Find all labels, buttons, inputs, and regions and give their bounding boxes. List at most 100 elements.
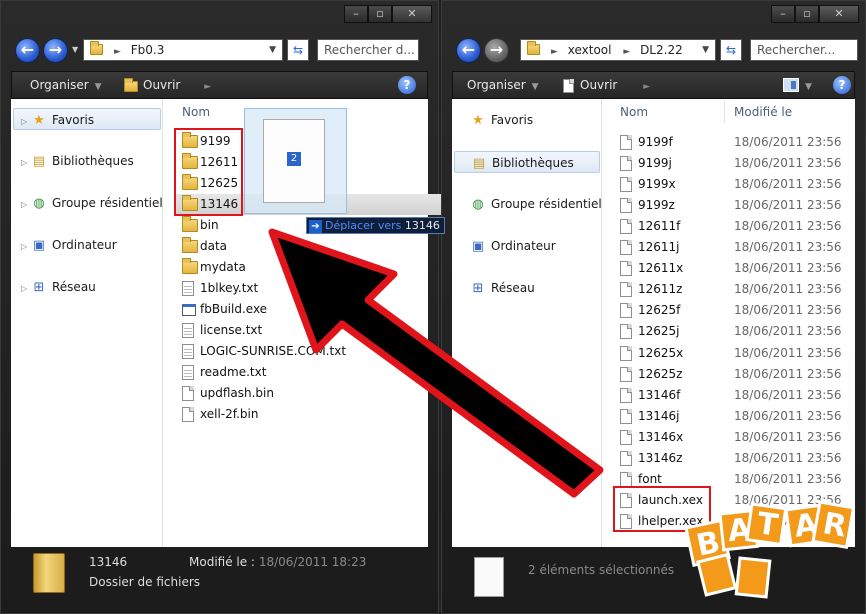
caption-buttons: – ▫ ✕ <box>344 5 432 23</box>
close-button[interactable]: ✕ <box>392 5 432 23</box>
file-name: fbBuild.exe <box>200 302 268 316</box>
folder-icon <box>182 258 198 274</box>
column-header-name[interactable]: Nom <box>182 105 210 119</box>
forward-arrow-icon[interactable]: → <box>43 38 68 63</box>
file-icon <box>182 323 194 338</box>
file-row[interactable]: 9199f 18/06/2011 23:56 <box>612 132 864 153</box>
file-row[interactable]: 13146f 18/06/2011 23:56 <box>612 385 864 406</box>
nav-groupe-residentiel[interactable]: ▷ ◍ Groupe résidentiel <box>11 192 163 214</box>
nav-bibliotheques[interactable]: ▤ Bibliothèques <box>454 151 600 173</box>
file-row[interactable]: 12611f 18/06/2011 23:56 <box>612 216 864 237</box>
move-action-label: Déplacer vers <box>325 219 402 232</box>
file-date: 18/06/2011 23:56 <box>734 472 842 486</box>
file-row[interactable]: fbBuild.exe <box>174 299 446 320</box>
forward-arrow-icon[interactable]: → <box>484 38 509 63</box>
file-list: Nom Modifié le 9199f 18/06/2011 23:56 9199… <box>612 99 855 547</box>
help-icon[interactable]: ? <box>833 76 851 94</box>
address-dropdown-icon[interactable]: ▼ <box>702 40 709 60</box>
column-header-name[interactable]: Nom <box>620 105 648 119</box>
file-row[interactable]: readme.txt <box>174 362 446 383</box>
close-button[interactable]: ✕ <box>819 5 859 23</box>
history-dropdown-icon[interactable]: ▼ <box>72 45 78 54</box>
back-arrow-icon[interactable]: ← <box>456 38 481 63</box>
file-row[interactable]: data <box>174 236 446 257</box>
file-name: updflash.bin <box>200 386 274 400</box>
library-icon: ▤ <box>472 155 486 171</box>
open-folder-icon <box>124 77 138 92</box>
organize-label: Organiser <box>30 78 89 92</box>
details-modified-value: 18/06/2011 18:23 <box>258 555 367 569</box>
file-row[interactable]: 12625x 18/06/2011 23:56 <box>612 343 864 364</box>
nav-favoris[interactable]: ▷ ★ Favoris <box>13 108 161 130</box>
chevron-down-icon: ▼ <box>805 82 812 92</box>
nav-ordinateur[interactable]: ▷ ▣ Ordinateur <box>11 234 117 256</box>
file-row[interactable]: 13146j 18/06/2011 23:56 <box>612 406 864 427</box>
nav-favoris[interactable]: ★ Favoris <box>452 109 533 131</box>
folder-icon <box>33 553 65 593</box>
nav-ordinateur[interactable]: ▣ Ordinateur <box>452 235 556 257</box>
file-icon <box>620 303 632 318</box>
column-header-date[interactable]: Modifié le <box>734 105 792 119</box>
file-row[interactable]: 13146x 18/06/2011 23:56 <box>612 427 864 448</box>
nav-reseau[interactable]: ⊞ Réseau <box>452 277 535 299</box>
organize-menu[interactable]: Organiser ▼ <box>30 72 102 98</box>
address-toolbar: ← → ► xextool ► DL2.22 ▼ ⇆ Rechercher... <box>452 35 858 65</box>
address-bar[interactable]: ► Fb0.3 ▼ <box>83 39 283 61</box>
refresh-icon[interactable]: ⇆ <box>720 39 742 61</box>
file-date: 18/06/2011 23:56 <box>734 430 842 444</box>
file-row[interactable]: mydata <box>174 257 446 278</box>
file-row[interactable]: 12611z 18/06/2011 23:56 <box>612 279 864 300</box>
file-row[interactable]: updflash.bin <box>174 383 446 404</box>
file-icon <box>182 365 194 380</box>
column-separator[interactable] <box>724 101 725 123</box>
search-input[interactable]: Rechercher... <box>750 39 858 61</box>
file-row[interactable]: 12625j 18/06/2011 23:56 <box>612 321 864 342</box>
file-name: 13146j <box>638 409 680 423</box>
file-name: 9199z <box>638 198 675 212</box>
maximize-button[interactable]: ▫ <box>795 5 819 23</box>
address-dropdown-icon[interactable]: ▼ <box>269 40 276 60</box>
address-bar[interactable]: ► xextool ► DL2.22 ▼ <box>520 39 716 61</box>
file-row[interactable]: 9199j 18/06/2011 23:56 <box>612 153 864 174</box>
chevron-down-icon: ▼ <box>531 82 539 92</box>
file-row[interactable]: 12611x 18/06/2011 23:56 <box>612 258 864 279</box>
breadcrumb-dl222[interactable]: DL2.22 <box>640 43 683 57</box>
file-row[interactable]: 13146z 18/06/2011 23:56 <box>612 448 864 469</box>
file-row[interactable]: license.txt <box>174 320 446 341</box>
file-row[interactable]: 12625f 18/06/2011 23:56 <box>612 300 864 321</box>
file-name: data <box>200 239 228 253</box>
organize-menu[interactable]: Organiser ▼ <box>467 72 539 98</box>
open-button[interactable]: Ouvrir ► <box>563 72 650 98</box>
file-icon <box>620 451 632 466</box>
view-toggle-icon[interactable] <box>783 78 799 92</box>
file-icon <box>620 472 632 487</box>
folder-icon <box>182 237 198 253</box>
nav-groupe-residentiel[interactable]: ◍ Groupe résidentiel <box>452 193 601 215</box>
back-arrow-icon[interactable]: ← <box>15 38 40 63</box>
file-date: 18/06/2011 23:56 <box>734 324 842 338</box>
file-icon <box>182 281 194 296</box>
content-pane: ★ Favoris ▤ Bibliothèques ◍ Groupe résident… <box>452 99 855 547</box>
file-row[interactable]: 9199x 18/06/2011 23:56 <box>612 174 864 195</box>
search-input[interactable]: Rechercher d... <box>317 39 419 61</box>
file-row[interactable]: xell-2f.bin <box>174 404 446 425</box>
minimize-button[interactable]: – <box>771 5 795 23</box>
homegroup-icon: ◍ <box>472 196 484 212</box>
file-row[interactable]: 1blkey.txt <box>174 278 446 299</box>
maximize-button[interactable]: ▫ <box>368 5 392 23</box>
file-row[interactable]: 12611j 18/06/2011 23:56 <box>612 237 864 258</box>
view-options-dropdown[interactable]: ▼ <box>805 72 812 98</box>
minimize-button[interactable]: – <box>344 5 368 23</box>
breadcrumb-fb03[interactable]: Fb0.3 <box>131 43 165 57</box>
file-row[interactable]: 9199z 18/06/2011 23:56 <box>612 195 864 216</box>
file-row[interactable]: 12625z 18/06/2011 23:56 <box>612 364 864 385</box>
open-button[interactable]: Ouvrir ► <box>124 72 211 98</box>
refresh-icon[interactable]: ⇆ <box>287 39 309 61</box>
address-toolbar: ← → ▼ ► Fb0.3 ▼ ⇆ Rechercher d... <box>11 35 428 65</box>
file-icon <box>620 388 632 403</box>
nav-reseau[interactable]: ▷ ⊞ Réseau <box>11 276 96 298</box>
help-icon[interactable]: ? <box>398 76 416 94</box>
breadcrumb-xextool[interactable]: xextool <box>568 43 612 57</box>
nav-bibliotheques[interactable]: ▷ ▤ Bibliothèques <box>11 150 134 172</box>
file-row[interactable]: LOGIC-SUNRISE.COM.txt <box>174 341 446 362</box>
